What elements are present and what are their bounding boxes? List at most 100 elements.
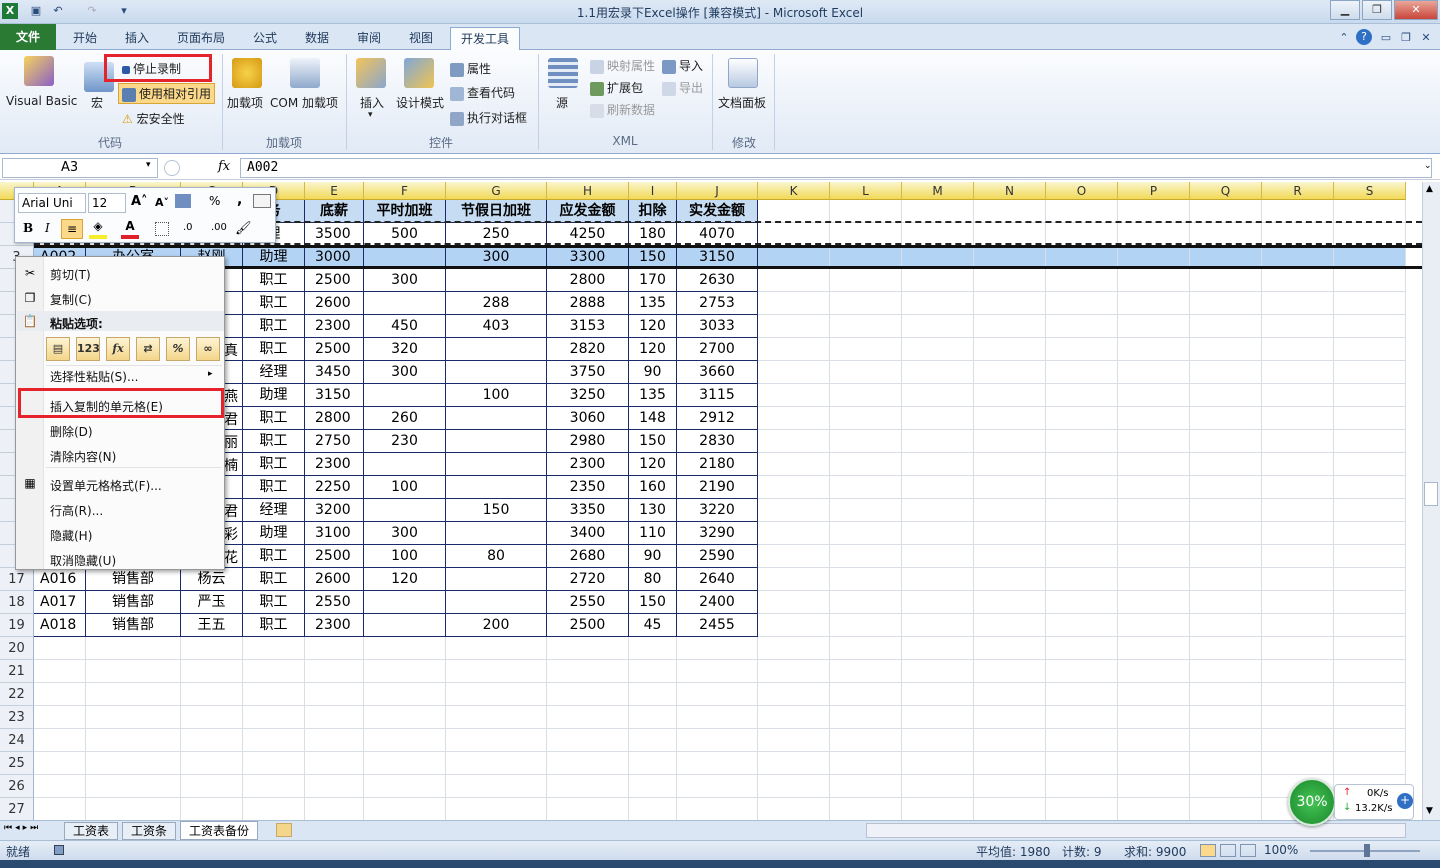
- cell-S[interactable]: [1334, 729, 1406, 752]
- cell-R[interactable]: [1262, 568, 1334, 591]
- cell-C[interactable]: [181, 706, 243, 729]
- paste-icon-default[interactable]: ▤: [46, 337, 70, 361]
- cell-P[interactable]: [1118, 568, 1190, 591]
- cell-G[interactable]: [446, 706, 547, 729]
- page-layout-view-icon[interactable]: [1220, 844, 1236, 857]
- cell-D[interactable]: 职工: [243, 269, 305, 292]
- cell-D[interactable]: 职工: [243, 476, 305, 499]
- cell-F[interactable]: 300: [364, 269, 446, 292]
- cell-A[interactable]: A017: [34, 591, 86, 614]
- cell-E[interactable]: 2500: [305, 269, 364, 292]
- cell-R[interactable]: [1262, 752, 1334, 775]
- cell-Q[interactable]: [1190, 683, 1262, 706]
- workbook-restore-icon[interactable]: ❐: [1398, 30, 1414, 46]
- paste-formatting-icon[interactable]: %: [166, 337, 190, 361]
- menu-item-hide[interactable]: 隐藏(H): [50, 527, 92, 544]
- cell-R[interactable]: [1262, 430, 1334, 453]
- cell-A[interactable]: [34, 775, 86, 798]
- cell-M[interactable]: [902, 338, 974, 361]
- cell-J[interactable]: 3290: [677, 522, 758, 545]
- cell-I[interactable]: [629, 729, 677, 752]
- cell-R[interactable]: [1262, 315, 1334, 338]
- cell-H[interactable]: 2550: [547, 591, 629, 614]
- cell-H[interactable]: 2500: [547, 614, 629, 637]
- cell-E[interactable]: [305, 798, 364, 820]
- cell-M[interactable]: [902, 522, 974, 545]
- cell-G[interactable]: [446, 361, 547, 384]
- cell-F[interactable]: 平时加班: [364, 200, 446, 223]
- menu-item-copy[interactable]: 复制(C): [50, 291, 92, 308]
- zoom-slider-thumb[interactable]: [1364, 844, 1370, 857]
- cell-N[interactable]: [974, 476, 1046, 499]
- cell-K[interactable]: [758, 706, 830, 729]
- cell-O[interactable]: [1046, 775, 1118, 798]
- cell-L[interactable]: [830, 775, 902, 798]
- cell-D[interactable]: [243, 729, 305, 752]
- cell-N[interactable]: [974, 269, 1046, 292]
- cell-S[interactable]: [1334, 430, 1406, 453]
- row-header[interactable]: 24: [0, 729, 34, 752]
- cell-O[interactable]: [1046, 499, 1118, 522]
- scroll-down-icon[interactable]: ▼: [1426, 806, 1433, 816]
- cell-K[interactable]: [758, 545, 830, 568]
- cell-K[interactable]: [758, 430, 830, 453]
- cell-E[interactable]: [305, 706, 364, 729]
- cell-C[interactable]: 杨云: [181, 568, 243, 591]
- macros-button[interactable]: 宏: [91, 94, 103, 111]
- insert-controls-button[interactable]: 插入: [360, 94, 384, 111]
- cell-E[interactable]: 3200: [305, 499, 364, 522]
- cell-O[interactable]: [1046, 361, 1118, 384]
- bold-icon[interactable]: B: [23, 221, 33, 235]
- row-header[interactable]: 17: [0, 568, 34, 591]
- cell-Q[interactable]: [1190, 269, 1262, 292]
- cell-H[interactable]: 3350: [547, 499, 629, 522]
- cell-S[interactable]: [1334, 637, 1406, 660]
- cell-J[interactable]: 2640: [677, 568, 758, 591]
- tab-data[interactable]: 数据: [296, 27, 338, 50]
- sheet-tab-1[interactable]: 工资表: [64, 822, 119, 840]
- center-align-icon[interactable]: ≡: [61, 219, 83, 239]
- cell-I[interactable]: 130: [629, 499, 677, 522]
- cell-E[interactable]: 2500: [305, 338, 364, 361]
- cell-N[interactable]: [974, 614, 1046, 637]
- cell-G[interactable]: 节假日加班: [446, 200, 547, 223]
- cell-S[interactable]: [1334, 568, 1406, 591]
- chevron-down-icon[interactable]: ▾: [368, 110, 373, 120]
- cell-L[interactable]: [830, 499, 902, 522]
- properties-button[interactable]: 属性: [450, 60, 491, 77]
- cell-B[interactable]: [86, 660, 181, 683]
- cell-N[interactable]: [974, 706, 1046, 729]
- cell-F[interactable]: 230: [364, 430, 446, 453]
- cell-L[interactable]: [830, 660, 902, 683]
- cell-D[interactable]: 助理: [243, 522, 305, 545]
- cell-Q[interactable]: [1190, 545, 1262, 568]
- cell-H[interactable]: [547, 683, 629, 706]
- cell-L[interactable]: [830, 476, 902, 499]
- font-size-select[interactable]: 12: [88, 193, 126, 213]
- font-color-icon[interactable]: A: [121, 219, 139, 239]
- cell-M[interactable]: [902, 453, 974, 476]
- cell-D[interactable]: 职工: [243, 453, 305, 476]
- cell-C[interactable]: [181, 798, 243, 820]
- cell-R[interactable]: [1262, 269, 1334, 292]
- cell-O[interactable]: [1046, 407, 1118, 430]
- cell-D[interactable]: [243, 683, 305, 706]
- cell-J[interactable]: 实发金额: [677, 200, 758, 223]
- cell-M[interactable]: [902, 568, 974, 591]
- cell-M[interactable]: [902, 499, 974, 522]
- cell-N[interactable]: [974, 384, 1046, 407]
- cell-F[interactable]: [364, 292, 446, 315]
- cell-K[interactable]: [758, 729, 830, 752]
- cell-D[interactable]: 职工: [243, 315, 305, 338]
- cell-F[interactable]: [364, 752, 446, 775]
- cell-N[interactable]: [974, 430, 1046, 453]
- cell-M[interactable]: [902, 660, 974, 683]
- cell-N[interactable]: [974, 522, 1046, 545]
- cell-H[interactable]: 2300: [547, 453, 629, 476]
- cell-I[interactable]: 148: [629, 407, 677, 430]
- row-header[interactable]: 23: [0, 706, 34, 729]
- cell-P[interactable]: [1118, 499, 1190, 522]
- cell-L[interactable]: [830, 315, 902, 338]
- cell-E[interactable]: [305, 683, 364, 706]
- borders-icon[interactable]: [155, 222, 169, 236]
